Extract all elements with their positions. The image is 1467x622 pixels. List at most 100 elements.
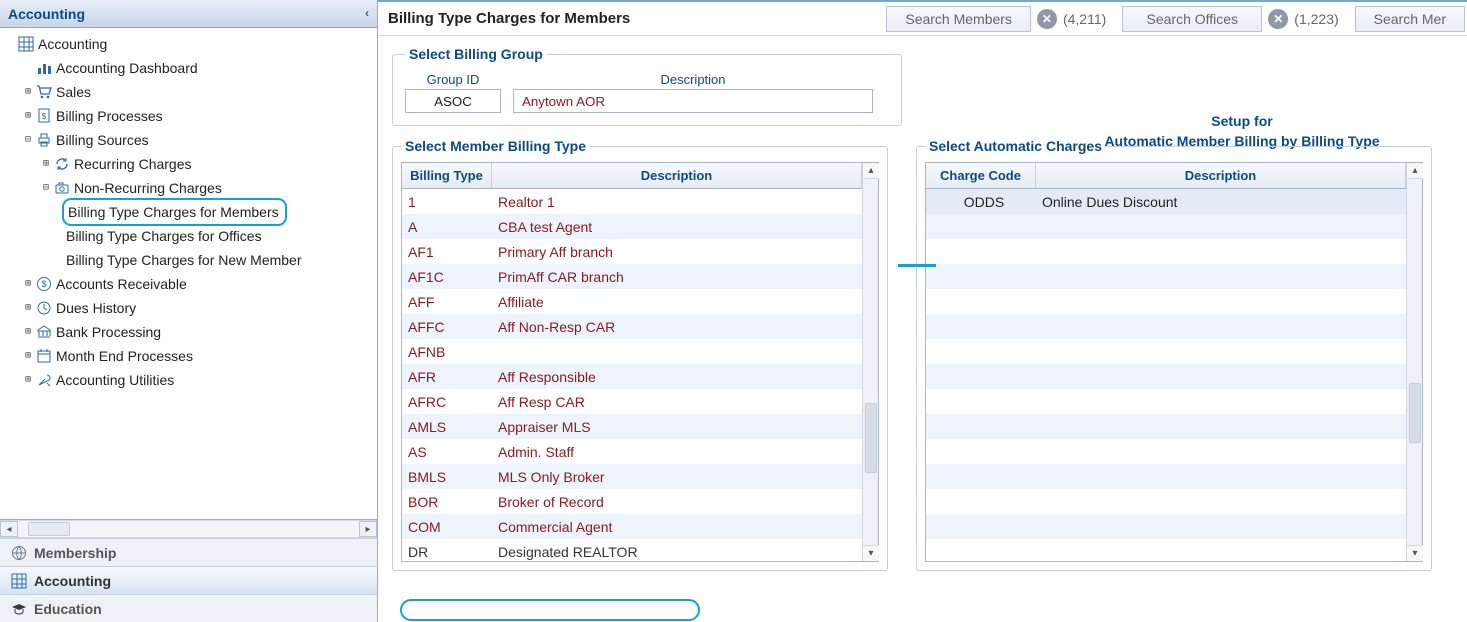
table-header: Billing Type Description [402, 163, 862, 189]
table-row[interactable]: 1Realtor 1 [402, 189, 862, 214]
tree-root-accounting[interactable]: Accounting [4, 32, 377, 56]
cell-billing-type: BMLS [402, 469, 492, 485]
group-desc-input[interactable] [513, 89, 873, 113]
vscrollbar[interactable]: ▴ ▾ [862, 163, 878, 561]
cell-billing-type: AFRC [402, 394, 492, 410]
history-icon [36, 300, 52, 316]
page-title: Billing Type Charges for Members [388, 10, 630, 27]
clear-members-icon[interactable]: ✕ [1037, 9, 1057, 29]
expand-icon[interactable]: ⊞ [22, 368, 34, 392]
tree-btc-members[interactable]: Billing Type Charges for Members [4, 200, 377, 224]
billing-types-fieldset: Select Member Billing Type Billing Type … [392, 138, 888, 571]
expand-icon[interactable]: ⊞ [22, 272, 34, 296]
tree-label: Billing Type Charges for Offices [66, 224, 262, 248]
scroll-left-icon[interactable]: ◂ [0, 521, 18, 537]
table-row[interactable]: AFNB [402, 339, 862, 364]
search-members-input[interactable]: Search Members [886, 6, 1031, 32]
scroll-up-icon[interactable]: ▴ [1407, 163, 1423, 179]
sidebar-hscroll[interactable]: ◂ ▸ [0, 520, 377, 538]
tree-label: Billing Processes [56, 104, 163, 128]
nav-membership[interactable]: Membership [0, 538, 377, 566]
collapse-icon[interactable]: ⊟ [22, 128, 34, 152]
tree-sales[interactable]: ⊞ Sales [4, 80, 377, 104]
scroll-up-icon[interactable]: ▴ [863, 163, 879, 179]
tools-icon [36, 372, 52, 388]
table-row-empty [926, 339, 1406, 364]
scroll-down-icon[interactable]: ▾ [1407, 545, 1423, 561]
table-row[interactable]: BORBroker of Record [402, 489, 862, 514]
scroll-thumb[interactable] [28, 522, 70, 536]
table-row-empty [926, 414, 1406, 439]
expand-icon[interactable]: ⊞ [22, 80, 34, 104]
table-row[interactable]: ACBA test Agent [402, 214, 862, 239]
table-row[interactable]: COMCommercial Agent [402, 514, 862, 539]
vscrollbar[interactable]: ▴ ▾ [1406, 163, 1422, 561]
col-description[interactable]: Description [492, 163, 862, 188]
table-row[interactable]: AFRCAff Resp CAR [402, 389, 862, 414]
cell-billing-type: AS [402, 444, 492, 460]
setup-line1: Setup for [1047, 112, 1437, 132]
tree-bank-processing[interactable]: ⊞ Bank Processing [4, 320, 377, 344]
scroll-thumb[interactable] [865, 403, 877, 473]
table-row[interactable]: AF1Primary Aff branch [402, 239, 862, 264]
cell-description: Designated REALTOR [492, 544, 862, 560]
table-row[interactable]: AF1CPrimAff CAR branch [402, 264, 862, 289]
tree-month-end[interactable]: ⊞ Month End Processes [4, 344, 377, 368]
tree-dues-history[interactable]: ⊞ Dues History [4, 296, 377, 320]
col-charge-code[interactable]: Charge Code [926, 163, 1036, 188]
scroll-track[interactable] [18, 521, 359, 537]
tree-billing-sources[interactable]: ⊟ Billing Sources [4, 128, 377, 152]
group-id-label: Group ID [427, 72, 480, 87]
printer-icon [36, 132, 52, 148]
camera-icon [54, 180, 70, 196]
table-row[interactable]: AFRAff Responsible [402, 364, 862, 389]
table-row-empty [926, 539, 1406, 561]
table-row[interactable]: ODDSOnline Dues Discount [926, 189, 1406, 214]
collapse-icon[interactable]: ⊟ [40, 176, 52, 200]
bar-chart-icon [36, 60, 52, 76]
search-offices-input[interactable]: Search Offices [1122, 6, 1262, 32]
tree-non-recurring-charges[interactable]: ⊟ Non-Recurring Charges [4, 176, 377, 200]
table-row[interactable]: AFFCAff Non-Resp CAR [402, 314, 862, 339]
scroll-right-icon[interactable]: ▸ [359, 521, 377, 537]
table-row[interactable]: ASAdmin. Staff [402, 439, 862, 464]
table-row[interactable]: BMLSMLS Only Broker [402, 464, 862, 489]
expand-icon[interactable]: ⊞ [22, 344, 34, 368]
tree-btc-offices[interactable]: Billing Type Charges for Offices [4, 224, 377, 248]
table-row[interactable]: AMLSAppraiser MLS [402, 414, 862, 439]
group-id-input[interactable] [405, 89, 501, 113]
cell-description: Online Dues Discount [1036, 194, 1406, 210]
tree-recurring-charges[interactable]: ⊞ Recurring Charges [4, 152, 377, 176]
billing-group-legend: Select Billing Group [405, 46, 547, 62]
nav-label: Education [34, 601, 102, 617]
tree-accounts-receivable[interactable]: ⊞ $ Accounts Receivable [4, 272, 377, 296]
tree-btc-new-member[interactable]: Billing Type Charges for New Member [4, 248, 377, 272]
expand-icon[interactable]: ⊞ [22, 104, 34, 128]
col-billing-type[interactable]: Billing Type [402, 163, 492, 188]
table-row[interactable]: AFFAffiliate [402, 289, 862, 314]
expand-icon[interactable]: ⊞ [40, 152, 52, 176]
table-row-empty [926, 239, 1406, 264]
scroll-down-icon[interactable]: ▾ [863, 545, 879, 561]
tree-label: Billing Type Charges for Members [62, 198, 287, 226]
auto-charges-legend: Select Automatic Charges [925, 138, 1106, 154]
tree-accounting-dashboard[interactable]: Accounting Dashboard [4, 56, 377, 80]
table-row-empty [926, 489, 1406, 514]
sidebar-collapse-icon[interactable]: ‹ [365, 6, 369, 20]
expand-icon[interactable]: ⊞ [22, 296, 34, 320]
document-dollar-icon: $ [36, 108, 52, 124]
table-row[interactable]: DRDesignated REALTOR [402, 539, 862, 561]
tree-label: Billing Sources [56, 128, 149, 152]
cell-billing-type: BOR [402, 494, 492, 510]
search-mer-input[interactable]: Search Mer [1355, 6, 1465, 32]
nav-accounting[interactable]: Accounting [0, 566, 377, 594]
nav-education[interactable]: Education [0, 594, 377, 622]
clear-offices-icon[interactable]: ✕ [1268, 9, 1288, 29]
tree-accounting-utilities[interactable]: ⊞ Accounting Utilities [4, 368, 377, 392]
bottom-nav: Membership Accounting Education [0, 538, 377, 622]
expand-icon[interactable]: ⊞ [22, 320, 34, 344]
tree-billing-processes[interactable]: ⊞ $ Billing Processes [4, 104, 377, 128]
scroll-thumb[interactable] [1409, 383, 1421, 443]
col-description[interactable]: Description [1036, 163, 1406, 188]
table-row-empty [926, 264, 1406, 289]
